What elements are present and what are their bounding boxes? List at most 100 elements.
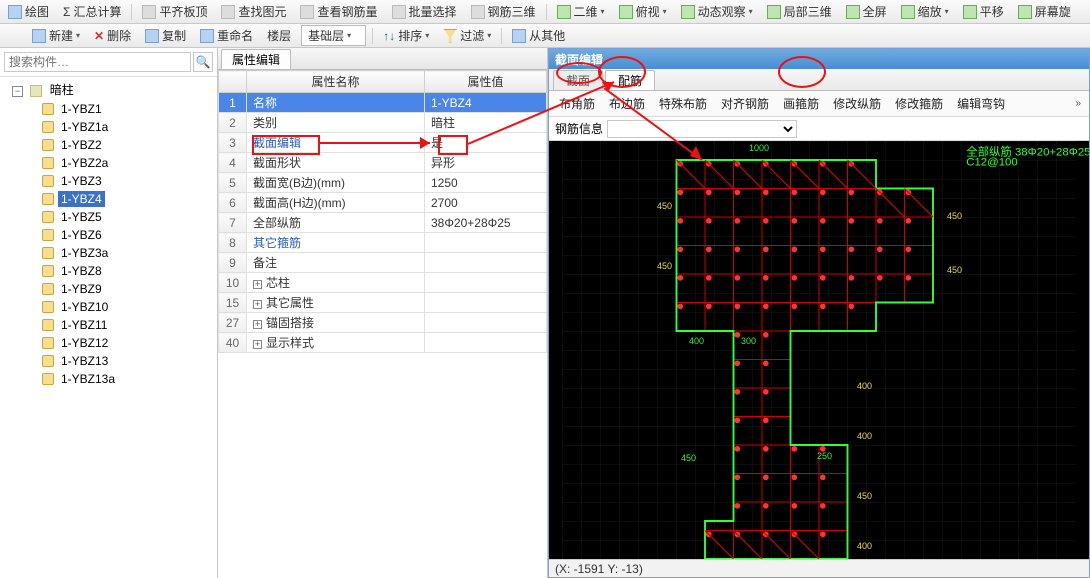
toolbar-row-2: 新建▾ ✕删除 复制 重命名 楼层 基础层▾ ↑↓排序▾ 过滤▾ 从其他 [0,24,1090,48]
tree-item-label: 1-YBZ9 [58,281,105,297]
tree-item[interactable]: 1-YBZ1a [12,118,215,136]
tb-steel3d[interactable]: 钢筋三维 [467,1,540,22]
tree-item[interactable]: 1-YBZ13 [12,352,215,370]
tree-item-label: 1-YBZ2a [58,155,111,171]
btn-edge[interactable]: 布边筋 [603,93,651,114]
tree-item[interactable]: 1-YBZ8 [12,262,215,280]
tb-pan[interactable]: 平移 [959,1,1008,22]
tb-local3d[interactable]: 局部三维 [763,1,836,22]
steel-info-select[interactable] [607,120,797,138]
property-row[interactable]: 8其它箍筋 [219,233,547,253]
btn-special[interactable]: 特殊布筋 [653,93,713,114]
property-row[interactable]: 4截面形状异形 [219,153,547,173]
item-icon [42,319,54,331]
btn-align[interactable]: 对齐钢筋 [715,93,775,114]
section-canvas[interactable]: 全部纵筋 38Φ20+28Φ25 C12@100 1000 400 300 15… [549,141,1089,559]
btn-stirrup[interactable]: 画箍筋 [777,93,825,114]
tree-item-label: 1-YBZ3a [58,245,111,261]
item-icon [42,121,54,133]
tb-rotate[interactable]: 屏幕旋 [1014,1,1075,22]
tree-item-label: 1-YBZ12 [58,335,111,351]
property-row[interactable]: 15+其它属性 [219,293,547,313]
btn-modlong[interactable]: 修改纵筋 [827,93,887,114]
tree-item[interactable]: 1-YBZ13a [12,370,215,388]
search-button[interactable]: 🔍 [193,52,213,72]
item-icon [42,211,54,223]
tab-properties[interactable]: 属性编辑 [221,49,291,69]
tree-item[interactable]: 1-YBZ12 [12,334,215,352]
tb-filter[interactable]: 过滤▾ [439,25,495,46]
item-icon [42,265,54,277]
tree-item[interactable]: 1-YBZ2a [12,154,215,172]
property-row[interactable]: 5截面宽(B边)(mm)1250 [219,173,547,193]
item-icon [42,373,54,385]
tb-floor-dd[interactable]: 基础层▾ [301,25,366,46]
tb-del[interactable]: ✕删除 [90,25,135,46]
property-row[interactable]: 7全部纵筋38Φ20+28Φ25 [219,213,547,233]
tb-new[interactable]: 新建▾ [28,25,84,46]
property-row[interactable]: 27+锚固搭接 [219,313,547,333]
property-grid[interactable]: 属性名称 属性值 1名称1-YBZ42类别暗柱3截面编辑是4截面形状异形5截面宽… [218,70,547,353]
tb-rename[interactable]: 重命名 [196,25,257,46]
item-icon [42,301,54,313]
tb-find[interactable]: 查找图元 [217,1,290,22]
tb-batchsel[interactable]: 批量选择 [388,1,461,22]
tree-item[interactable]: 1-YBZ1 [12,100,215,118]
tree-item[interactable]: 1-YBZ2 [12,136,215,154]
component-tree[interactable]: − 暗柱 1-YBZ11-YBZ1a1-YBZ21-YBZ2a1-YBZ31-Y… [0,77,217,578]
tb-2d[interactable]: 二维▾ [553,1,609,22]
dim: 1000 [749,143,769,153]
tb-zoom[interactable]: 缩放▾ [897,1,953,22]
tree-item[interactable]: 1-YBZ10 [12,298,215,316]
steel-label: 钢筋信息 [555,120,603,137]
tree-item[interactable]: 1-YBZ3 [12,172,215,190]
tree-item-label: 1-YBZ13 [58,353,111,369]
btn-hook[interactable]: 编辑弯钩 [951,93,1011,114]
tree-root-label: 暗柱 [50,83,74,97]
property-row[interactable]: 9备注 [219,253,547,273]
annotation-box [252,135,320,155]
search-input[interactable] [4,52,191,72]
dim: 450 [657,201,672,211]
btn-modstir[interactable]: 修改箍筋 [889,93,949,114]
overflow-icon[interactable]: » [1071,98,1085,109]
svg-text:C12@100: C12@100 [966,157,1017,169]
tb-full[interactable]: 全屏 [842,1,891,22]
tree-root[interactable]: − 暗柱 [12,79,215,100]
tb-leveltop[interactable]: 平齐板顶 [138,1,211,22]
btn-corner[interactable]: 布角筋 [553,93,601,114]
property-row[interactable]: 1名称1-YBZ4 [219,93,547,113]
tree-item[interactable]: 1-YBZ4 [12,190,215,208]
tree-item[interactable]: 1-YBZ5 [12,208,215,226]
tree-item-label: 1-YBZ13a [58,371,118,387]
property-row[interactable]: 6截面高(H边)(mm)2700 [219,193,547,213]
property-row[interactable]: 2类别暗柱 [219,113,547,133]
tree-item[interactable]: 1-YBZ3a [12,244,215,262]
tb-topview[interactable]: 俯视▾ [615,1,671,22]
tree-item-label: 1-YBZ4 [58,191,105,207]
tb-copy[interactable]: 复制 [141,25,190,46]
tb-draw[interactable]: 绘图 [4,1,53,22]
tree-item-label: 1-YBZ2 [58,137,105,153]
tree-item-label: 1-YBZ6 [58,227,105,243]
collapse-icon[interactable]: − [12,86,23,97]
tb-sum[interactable]: Σ汇总计算 [59,1,125,22]
dim: 400 [857,381,872,391]
dim: 400 [857,541,872,551]
tb-floor-lbl: 楼层 [263,25,295,46]
dim: 450 [857,491,872,501]
tb-fromother[interactable]: 从其他 [508,25,569,46]
tb-orbit[interactable]: 动态观察▾ [677,1,757,22]
property-panel: 属性编辑 属性名称 属性值 1名称1-YBZ42类别暗柱3截面编辑是4截面形状异… [218,48,548,578]
item-icon [42,139,54,151]
tree-item[interactable]: 1-YBZ11 [12,316,215,334]
tree-item[interactable]: 1-YBZ6 [12,226,215,244]
dim: 450 [681,453,696,463]
annotation-circle [556,62,602,84]
property-row[interactable]: 10+芯柱 [219,273,547,293]
section-editor-panel: 截面编辑 截面 配筋 布角筋 布边筋 特殊布筋 对齐钢筋 画箍筋 修改纵筋 修改… [548,48,1090,578]
tb-viewsteel[interactable]: 查看钢筋量 [296,1,381,22]
tb-sort[interactable]: ↑↓排序▾ [379,25,433,46]
property-row[interactable]: 40+显示样式 [219,333,547,353]
tree-item[interactable]: 1-YBZ9 [12,280,215,298]
